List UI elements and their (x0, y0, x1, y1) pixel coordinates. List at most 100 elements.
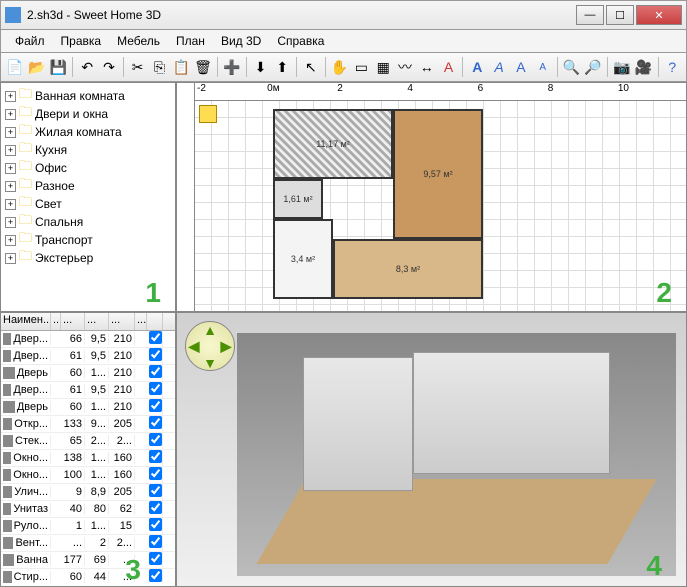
visible-checkbox[interactable] (149, 569, 162, 582)
import-button[interactable]: ⬇ (251, 56, 271, 78)
delete-button[interactable]: 🗑 (193, 56, 213, 78)
column-header[interactable]: ... (51, 313, 61, 330)
text-bigger-button[interactable]: A (511, 56, 531, 78)
visible-cell[interactable] (147, 416, 163, 432)
visible-checkbox[interactable] (149, 535, 162, 548)
furniture-row[interactable]: Двер...619,5210 (1, 348, 175, 365)
redo-button[interactable]: ↷ (99, 56, 119, 78)
expand-icon[interactable]: + (5, 91, 16, 102)
cut-button[interactable]: ✂ (128, 56, 148, 78)
visible-cell[interactable] (147, 348, 163, 364)
visible-checkbox[interactable] (149, 467, 162, 480)
visible-checkbox[interactable] (149, 518, 162, 531)
menu-help[interactable]: Справка (269, 32, 332, 50)
menu-plan[interactable]: План (168, 32, 213, 50)
undo-button[interactable]: ↶ (77, 56, 97, 78)
visible-cell[interactable] (147, 569, 163, 583)
view-3d-panel[interactable]: ▲ ◀▶ ▼ 4 (176, 312, 687, 587)
room-tool[interactable]: ▦ (373, 56, 393, 78)
furniture-row[interactable]: Стек...652...2... (1, 433, 175, 450)
furniture-row[interactable]: Откр...1339...205 (1, 416, 175, 433)
expand-icon[interactable]: + (5, 235, 16, 246)
visible-checkbox[interactable] (149, 348, 162, 361)
visible-checkbox[interactable] (149, 501, 162, 514)
column-header[interactable] (147, 313, 163, 330)
wall-tool[interactable]: ▭ (352, 56, 372, 78)
visible-checkbox[interactable] (149, 450, 162, 463)
open-button[interactable]: 📂 (27, 56, 47, 78)
nav-left-icon[interactable]: ◀ (186, 338, 202, 355)
compass-icon[interactable] (199, 105, 217, 123)
expand-icon[interactable]: + (5, 127, 16, 138)
furniture-row[interactable]: Вент......22... (1, 535, 175, 552)
help-button[interactable]: ? (662, 56, 682, 78)
room-living[interactable]: 9,57 м² (393, 109, 483, 239)
furniture-row[interactable]: Унитаз408062 (1, 501, 175, 518)
furniture-list-panel[interactable]: Наимен.................. Двер...669,5210… (0, 312, 176, 587)
menu-file[interactable]: Файл (7, 32, 53, 50)
visible-cell[interactable] (147, 535, 163, 551)
dimension-tool[interactable]: ↔ (417, 56, 437, 78)
room-bath[interactable]: 3,4 м² (273, 219, 333, 299)
visible-cell[interactable] (147, 331, 163, 347)
furniture-row[interactable]: Дверь601...210 (1, 399, 175, 416)
polyline-tool[interactable]: 〰 (395, 56, 415, 78)
menu-view3d[interactable]: Вид 3D (213, 32, 269, 50)
visible-cell[interactable] (147, 518, 163, 534)
column-header[interactable]: ... (85, 313, 109, 330)
expand-icon[interactable]: + (5, 253, 16, 264)
visible-checkbox[interactable] (149, 484, 162, 497)
new-button[interactable]: 📄 (5, 56, 25, 78)
furniture-row[interactable]: Окно...1001...160 (1, 467, 175, 484)
furniture-row[interactable]: Окно...1381...160 (1, 450, 175, 467)
furniture-row[interactable]: Улич...98,9205 (1, 484, 175, 501)
expand-icon[interactable]: + (5, 145, 16, 156)
visible-checkbox[interactable] (149, 416, 162, 429)
catalog-category[interactable]: +🗀Экстерьер (5, 249, 171, 267)
text-bold-button[interactable]: A (467, 56, 487, 78)
expand-icon[interactable]: + (5, 217, 16, 228)
select-tool[interactable]: ↖ (301, 56, 321, 78)
room-hall[interactable]: 8,3 м² (333, 239, 483, 299)
menu-furniture[interactable]: Мебель (109, 32, 168, 50)
visible-checkbox[interactable] (149, 399, 162, 412)
furniture-row[interactable]: Ванна17769... (1, 552, 175, 569)
video-button[interactable]: 🎥 (634, 56, 654, 78)
copy-button[interactable]: ⎘ (150, 56, 170, 78)
render-3d[interactable] (237, 333, 676, 576)
visible-cell[interactable] (147, 484, 163, 500)
visible-cell[interactable] (147, 399, 163, 415)
export-button[interactable]: ⬆ (272, 56, 292, 78)
visible-cell[interactable] (147, 467, 163, 483)
furniture-row[interactable]: Дверь601...210 (1, 365, 175, 382)
column-header[interactable]: ... (135, 313, 147, 330)
paste-button[interactable]: 📋 (171, 56, 191, 78)
column-header[interactable]: ... (61, 313, 85, 330)
visible-checkbox[interactable] (149, 552, 162, 565)
floorplan[interactable]: 11,17 м² 9,57 м² 1,61 м² 3,4 м² 8,3 м² (273, 109, 483, 299)
photo-button[interactable]: 📷 (612, 56, 632, 78)
furniture-row[interactable]: Двер...669,5210 (1, 331, 175, 348)
plan-2d-panel[interactable]: -20м246810 11,17 м² 9,57 м² 1,61 м² 3,4 … (176, 82, 687, 312)
visible-cell[interactable] (147, 450, 163, 466)
column-header[interactable]: Наимен... (1, 313, 51, 330)
maximize-button[interactable]: ☐ (606, 5, 634, 25)
expand-icon[interactable]: + (5, 181, 16, 192)
nav-up-icon[interactable]: ▲ (202, 322, 218, 338)
visible-checkbox[interactable] (149, 433, 162, 446)
zoom-in-button[interactable]: 🔍 (561, 56, 581, 78)
visible-checkbox[interactable] (149, 365, 162, 378)
expand-icon[interactable]: + (5, 199, 16, 210)
expand-icon[interactable]: + (5, 109, 16, 120)
furniture-row[interactable]: Стир...6044... (1, 569, 175, 583)
nav-down-icon[interactable]: ▼ (202, 355, 218, 371)
visible-cell[interactable] (147, 382, 163, 398)
close-button[interactable]: ✕ (636, 5, 682, 25)
text-tool[interactable]: A (439, 56, 459, 78)
visible-cell[interactable] (147, 501, 163, 517)
furniture-row[interactable]: Руло...11...15 (1, 518, 175, 535)
pan-tool[interactable]: ✋ (330, 56, 350, 78)
visible-checkbox[interactable] (149, 331, 162, 344)
nav-right-icon[interactable]: ▶ (218, 338, 234, 355)
room-closet[interactable]: 1,61 м² (273, 179, 323, 219)
